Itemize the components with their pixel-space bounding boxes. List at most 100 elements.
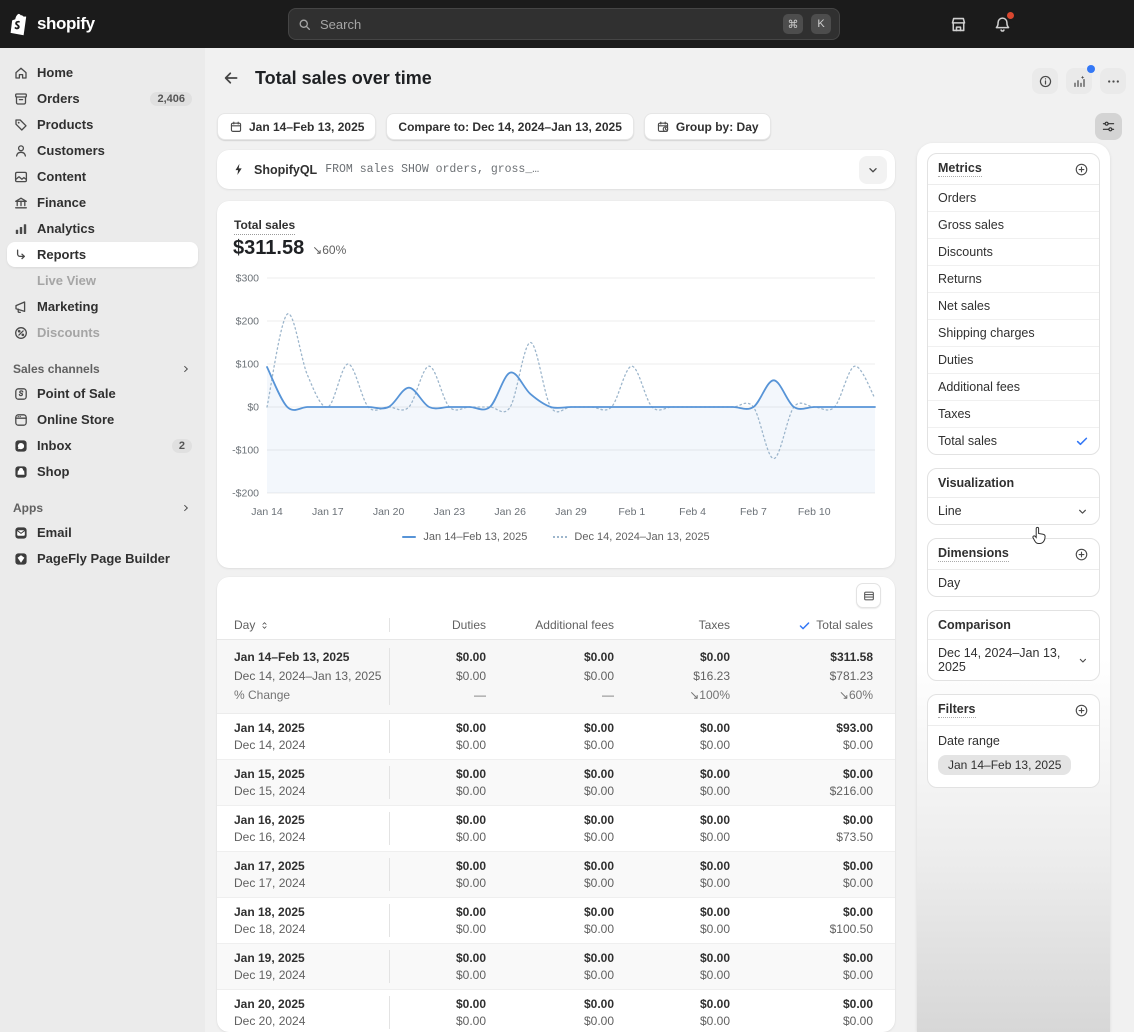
date-range-filter-chip[interactable]: Jan 14–Feb 13, 2025 — [938, 755, 1071, 775]
value-cell: $0.00 — [390, 1013, 502, 1030]
table-row-jan-19-2025[interactable]: Jan 19, 2025$0.00$0.00$0.00$0.00Dec 19, … — [217, 944, 895, 990]
store-menu-button[interactable] — [944, 10, 972, 38]
sidebar-item-reports[interactable]: Reports — [7, 242, 198, 267]
value-cell: $0.00 — [630, 950, 746, 967]
value-cell: $0.00 — [390, 996, 502, 1013]
notifications-button[interactable] — [988, 10, 1016, 38]
add-metric-button[interactable] — [1074, 162, 1089, 177]
value-cell: $0.00 — [630, 858, 746, 875]
sidebar-item-content[interactable]: Content — [7, 164, 198, 189]
shopify-logo[interactable]: shopify — [10, 10, 95, 38]
add-dimension-button[interactable] — [1074, 547, 1089, 562]
metric-item-orders[interactable]: Orders — [928, 185, 1099, 212]
metric-item-duties[interactable]: Duties — [928, 347, 1099, 374]
sidebar-heading-label: Sales channels — [13, 362, 100, 376]
table-row-jan-15-2025[interactable]: Jan 15, 2025$0.00$0.00$0.00$0.00Dec 15, … — [217, 760, 895, 806]
dimension-item-day[interactable]: Day — [928, 570, 1099, 596]
metric-item-discounts[interactable]: Discounts — [928, 239, 1099, 266]
column-header-day[interactable]: Day — [217, 618, 390, 632]
sidebar-item-marketing[interactable]: Marketing — [7, 294, 198, 319]
metrics-section: Metrics OrdersGross salesDiscountsReturn… — [927, 153, 1100, 455]
sidebar-item-orders[interactable]: Orders2,406 — [7, 86, 198, 111]
value-cell: $0.00 — [630, 904, 746, 921]
comparison-select[interactable]: Dec 14, 2024–Jan 13, 2025 — [928, 640, 1099, 680]
table-row-jan-17-2025[interactable]: Jan 17, 2025$0.00$0.00$0.00$0.00Dec 17, … — [217, 852, 895, 898]
metric-item-net-sales[interactable]: Net sales — [928, 293, 1099, 320]
sidebar-item-finance[interactable]: Finance — [7, 190, 198, 215]
visualization-select[interactable]: Line — [928, 498, 1099, 524]
filter-chip-group-by-day[interactable]: Group by: Day — [644, 113, 771, 140]
value-cell: $0.00 — [746, 812, 895, 829]
value-cell: $0.00 — [390, 829, 502, 846]
filter-chip-compare-to-dec-14-2024-jan-13-2025[interactable]: Compare to: Dec 14, 2024–Jan 13, 2025 — [386, 113, 633, 140]
sidebar-item-products[interactable]: Products — [7, 112, 198, 137]
legend-item-dotted: Dec 14, 2024–Jan 13, 2025 — [553, 531, 709, 543]
metrics-section-header: Metrics — [928, 154, 1099, 185]
metric-item-total-sales[interactable]: Total sales — [928, 428, 1099, 454]
back-button[interactable] — [217, 64, 245, 92]
sidebar-item-label: PageFly Page Builder — [37, 551, 192, 566]
sidebar-item-pagefly-page-builder[interactable]: PageFly Page Builder — [7, 546, 198, 571]
more-dots-icon — [1106, 74, 1121, 89]
value-cell: $0.00 — [746, 1013, 895, 1030]
panel-toggle-button[interactable] — [1095, 113, 1122, 140]
sidebar-item-shop[interactable]: Shop — [7, 459, 198, 484]
sidebar-heading-apps[interactable]: Apps — [7, 496, 198, 520]
sidebar-item-home[interactable]: Home — [7, 60, 198, 85]
inbox-icon — [13, 438, 29, 454]
value-cell: $0.00 — [630, 737, 746, 754]
value-cell: $0.00 — [390, 904, 502, 921]
header-actions — [1032, 68, 1126, 94]
metrics-list: OrdersGross salesDiscountsReturnsNet sal… — [928, 185, 1099, 454]
table-row-jan-16-2025[interactable]: Jan 16, 2025$0.00$0.00$0.00$0.00Dec 16, … — [217, 806, 895, 852]
sidebar-item-email[interactable]: Email — [7, 520, 198, 545]
value-cell: $0.00 — [630, 829, 746, 846]
sidebar-item-label: Customers — [37, 143, 192, 158]
column-header-additional-fees[interactable]: Additional fees — [502, 618, 630, 632]
global-search-input[interactable]: Search ⌘ K — [288, 8, 840, 40]
metric-item-additional-fees[interactable]: Additional fees — [928, 374, 1099, 401]
value-cell: $73.50 — [746, 829, 895, 846]
shopifyql-bar[interactable]: ShopifyQL FROM sales SHOW orders, gross_… — [217, 150, 895, 189]
column-header-taxes[interactable]: Taxes — [630, 618, 746, 632]
comparison-section-header: Comparison — [928, 611, 1099, 640]
sidebar-item-customers[interactable]: Customers — [7, 138, 198, 163]
sidebar-heading-sales-channels[interactable]: Sales channels — [7, 357, 198, 381]
customize-report-button[interactable] — [1066, 68, 1092, 94]
sidebar-item-live-view[interactable]: Live View — [7, 268, 198, 293]
value-cell: $0.00 — [502, 967, 630, 984]
sidebar-item-inbox[interactable]: Inbox2 — [7, 433, 198, 458]
column-header-total-sales[interactable]: Total sales — [746, 618, 895, 632]
filter-chip-jan-14-feb-13-2025[interactable]: Jan 14–Feb 13, 2025 — [217, 113, 376, 140]
value-cell: $0.00 — [502, 904, 630, 921]
metric-item-taxes[interactable]: Taxes — [928, 401, 1099, 428]
report-info-button[interactable] — [1032, 68, 1058, 94]
add-filter-button[interactable] — [1074, 703, 1089, 718]
sidebar-item-discounts[interactable]: Discounts — [7, 320, 198, 345]
sidebar-item-analytics[interactable]: Analytics — [7, 216, 198, 241]
value-cell: $0.00 — [502, 996, 630, 1013]
table-view-button[interactable] — [856, 583, 881, 608]
sidebar-item-point-of-sale[interactable]: Point of Sale — [7, 381, 198, 406]
page-title: Total sales over time — [255, 68, 432, 89]
value-cell: $0.00 — [746, 766, 895, 783]
shopifyql-expand-button[interactable] — [859, 156, 887, 184]
metric-item-shipping-charges[interactable]: Shipping charges — [928, 320, 1099, 347]
sidebar-item-label: Email — [37, 525, 192, 540]
column-header-duties[interactable]: Duties — [390, 618, 502, 632]
previous-period-line: Dec 19, 2024$0.00$0.00$0.00$0.00 — [217, 967, 895, 984]
more-actions-button[interactable] — [1100, 68, 1126, 94]
table-row-jan-20-2025[interactable]: Jan 20, 2025$0.00$0.00$0.00$0.00Dec 20, … — [217, 990, 895, 1032]
sales-line-chart: $300$200$100$0-$100-$200Jan 14Jan 17Jan … — [223, 263, 889, 525]
day-cell: Jan 14, 2025 — [217, 720, 390, 737]
metric-item-gross-sales[interactable]: Gross sales — [928, 212, 1099, 239]
value-cell: $0.00 — [746, 967, 895, 984]
value-cell: $0.00 — [502, 921, 630, 938]
sidebar-item-online-store[interactable]: Online Store — [7, 407, 198, 432]
table-row-jan-18-2025[interactable]: Jan 18, 2025$0.00$0.00$0.00$0.00Dec 18, … — [217, 898, 895, 944]
day-cell: Jan 14–Feb 13, 2025 — [217, 648, 390, 667]
metric-item-returns[interactable]: Returns — [928, 266, 1099, 293]
sidebar-item-badge: 2 — [172, 439, 192, 453]
value-cell: $100.50 — [746, 921, 895, 938]
table-row-jan-14-2025[interactable]: Jan 14, 2025$0.00$0.00$0.00$93.00Dec 14,… — [217, 714, 895, 760]
